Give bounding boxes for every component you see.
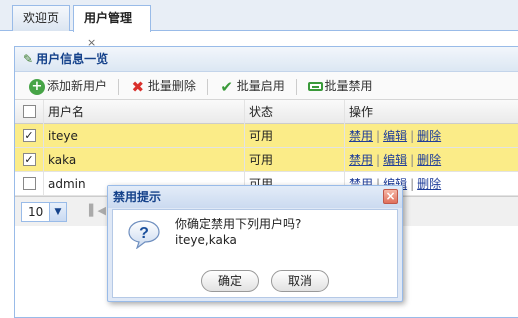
status-cell: 可用 — [245, 124, 345, 148]
batch-enable-button[interactable]: ✔ 批量启用 — [215, 72, 289, 100]
page-size-select[interactable]: 10 ▼ — [21, 202, 67, 222]
cancel-button[interactable]: 取消 — [271, 270, 329, 292]
table-row[interactable]: ✓ kaka 可用 禁用 | 编辑 | 删除 — [15, 148, 518, 172]
link-separator: | — [376, 129, 381, 143]
dialog-body: ? 你确定禁用下列用户吗? iteye,kaka 确定 取消 — [112, 209, 398, 298]
row-checkbox[interactable]: ✓ — [22, 129, 36, 142]
disable-icon — [307, 82, 323, 91]
confirm-button[interactable]: 确定 — [201, 270, 259, 292]
row-select-cell: ✓ — [15, 148, 44, 172]
row-checkbox[interactable] — [22, 177, 36, 190]
batch-disable-button[interactable]: 批量禁用 — [304, 72, 377, 100]
tab-label: 欢迎页 — [23, 11, 60, 25]
add-user-button[interactable]: + 添加新用户 — [25, 72, 111, 100]
add-user-label: 添加新用户 — [47, 79, 108, 93]
link-separator: | — [410, 153, 415, 167]
row-checkbox[interactable]: ✓ — [22, 153, 36, 166]
first-page-icon[interactable]: ▌◀ — [89, 204, 106, 218]
dialog-header: 禁用提示 × — [108, 186, 402, 208]
panel-title: 用户信息一览 — [36, 52, 109, 66]
delete-link[interactable]: 删除 — [417, 129, 441, 143]
table-header: 用户名 状态 操作 — [15, 100, 518, 124]
disable-confirm-dialog: 禁用提示 × ? 你确定禁用下列用户吗? iteye,kaka 确定 取消 — [107, 185, 403, 302]
disable-link[interactable]: 禁用 — [349, 153, 373, 167]
delete-link[interactable]: 删除 — [417, 153, 441, 167]
table-row[interactable]: ✓ iteye 可用 禁用 | 编辑 | 删除 — [15, 124, 518, 148]
toolbar-separator — [295, 78, 297, 95]
edit-link[interactable]: 编辑 — [383, 153, 407, 167]
actions-cell: 禁用 | 编辑 | 删除 — [345, 148, 518, 172]
chevron-down-icon: ▼ — [49, 203, 66, 221]
tab-label: 用户管理 — [84, 11, 133, 25]
link-separator: | — [376, 153, 381, 167]
dialog-title: 禁用提示 — [113, 190, 162, 204]
panel-header: ✎ 用户信息一览 — [15, 47, 518, 72]
edit-link[interactable]: 编辑 — [383, 129, 407, 143]
batch-delete-button[interactable]: ✖ 批量删除 — [126, 72, 200, 100]
status-cell: 可用 — [245, 148, 345, 172]
plus-icon: + — [29, 78, 45, 95]
batch-disable-label: 批量禁用 — [324, 79, 373, 93]
toolbar-separator — [206, 78, 208, 95]
check-icon: ✔ — [220, 77, 233, 96]
delete-link[interactable]: 删除 — [417, 177, 441, 191]
dialog-user-list: iteye,kaka — [175, 233, 237, 247]
batch-enable-label: 批量启用 — [236, 79, 285, 93]
dialog-close-icon[interactable]: × — [383, 189, 398, 204]
row-select-cell: ✓ — [15, 124, 44, 148]
actions-cell: 禁用 | 编辑 | 删除 — [345, 124, 518, 148]
question-icon: ? — [128, 220, 160, 249]
select-all-checkbox[interactable] — [22, 105, 36, 118]
tab-bar: 欢迎页 用户管理× — [0, 0, 518, 49]
disable-link[interactable]: 禁用 — [349, 129, 373, 143]
batch-delete-label: 批量删除 — [147, 79, 196, 93]
username-cell: iteye — [44, 124, 245, 148]
select-all-cell — [15, 100, 44, 124]
column-header-actions: 操作 — [349, 105, 374, 119]
dialog-message: 你确定禁用下列用户吗? — [175, 217, 302, 231]
link-separator: | — [410, 129, 415, 143]
pencil-icon: ✎ — [23, 52, 34, 66]
tab-user-management[interactable]: 用户管理× — [73, 5, 151, 49]
toolbar-separator — [118, 78, 120, 95]
tab-welcome[interactable]: 欢迎页 — [12, 5, 70, 31]
toolbar: + 添加新用户 ✖ 批量删除 ✔ 批量启用 批量禁用 — [15, 72, 518, 100]
username-cell: kaka — [44, 148, 245, 172]
column-header-username[interactable]: 用户名 — [44, 100, 245, 124]
link-separator: | — [410, 177, 415, 191]
svg-text:?: ? — [139, 225, 149, 242]
column-header-status[interactable]: 状态 — [245, 100, 345, 124]
dialog-message-block: 你确定禁用下列用户吗? iteye,kaka — [175, 216, 301, 248]
delete-icon: ✖ — [131, 77, 145, 96]
page-size-value: 10 — [28, 205, 44, 219]
row-select-cell — [15, 172, 44, 196]
